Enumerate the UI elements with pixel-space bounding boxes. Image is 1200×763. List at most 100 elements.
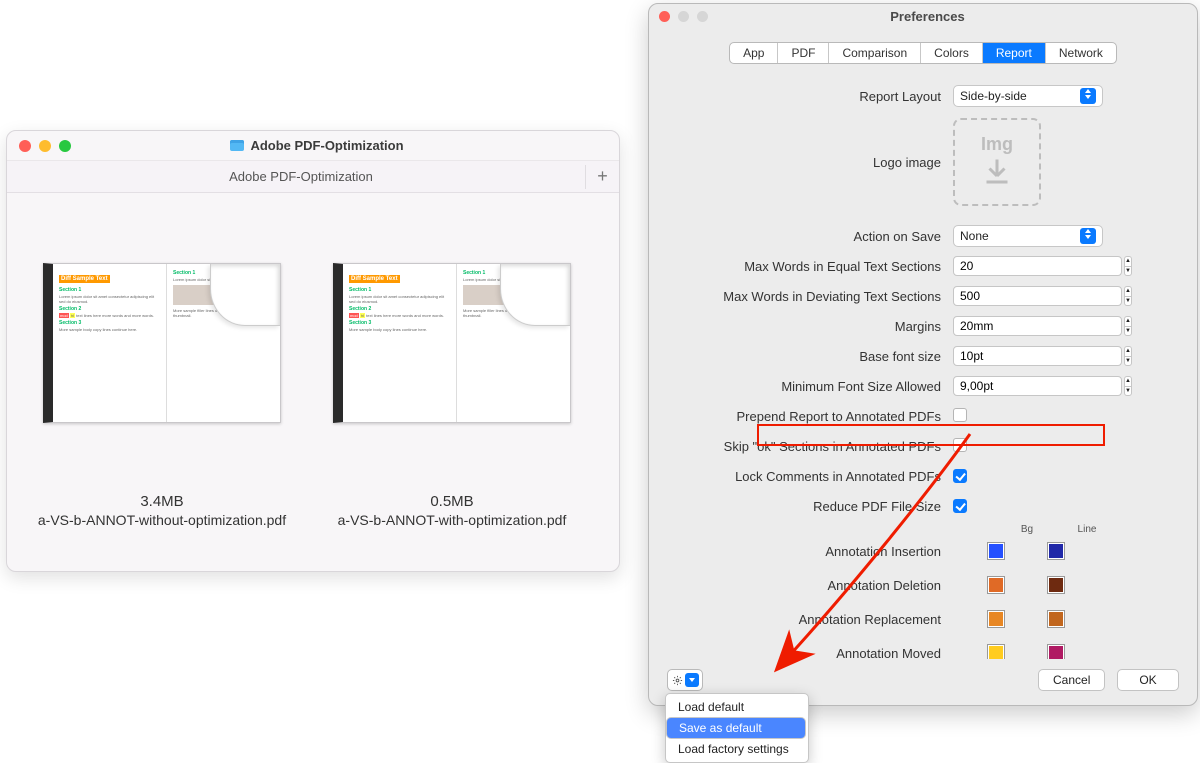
select-value: Side-by-side: [960, 89, 1027, 103]
finder-titlebar: Adobe PDF-Optimization: [7, 131, 619, 161]
report-layout-select[interactable]: Side-by-side: [953, 85, 1103, 107]
min-font-label: Minimum Font Size Allowed: [675, 379, 953, 394]
download-arrow-icon: [979, 155, 1015, 191]
margins-stepper[interactable]: ▲▼: [953, 316, 1093, 336]
margins-label: Margins: [675, 319, 953, 334]
file-item[interactable]: Diff Sample Text Section 1 Lorem ipsum d…: [37, 263, 287, 528]
file-item[interactable]: Diff Sample Text Section 1 Lorem ipsum d…: [327, 263, 577, 528]
thumb-section: Section 2: [349, 306, 450, 312]
window-traffic-lights: [659, 11, 708, 22]
file-grid: Diff Sample Text Section 1 Lorem ipsum d…: [7, 193, 619, 548]
margins-input[interactable]: [953, 316, 1122, 336]
finder-tab[interactable]: Adobe PDF-Optimization: [229, 169, 373, 184]
prepend-checkbox[interactable]: [953, 408, 967, 422]
action-on-save-label: Action on Save: [675, 229, 953, 244]
annotation-label: Annotation Moved: [675, 646, 953, 660]
max-equal-stepper[interactable]: ▲▼: [953, 256, 1093, 276]
line-swatch[interactable]: [1047, 644, 1065, 659]
pdf-thumbnail: Diff Sample Text Section 1 Lorem ipsum d…: [333, 263, 571, 423]
thumb-header: Diff Sample Text: [59, 275, 110, 283]
close-icon[interactable]: [19, 140, 31, 152]
cancel-button[interactable]: Cancel: [1038, 669, 1105, 691]
thumb-text: mod hl text lines here more words and mo…: [349, 313, 450, 318]
thumb-section: Section 1: [349, 287, 450, 293]
min-font-input[interactable]: [953, 376, 1122, 396]
tab-report[interactable]: Report: [983, 43, 1046, 63]
menu-item-load-factory-settings[interactable]: Load factory settings: [666, 739, 808, 759]
prefs-footer: Load defaultSave as defaultLoad factory …: [649, 659, 1197, 705]
base-font-stepper[interactable]: ▲▼: [953, 346, 1093, 366]
zoom-icon[interactable]: [59, 140, 71, 152]
new-tab-button[interactable]: +: [585, 165, 609, 189]
bg-swatch[interactable]: [987, 542, 1005, 560]
thumb-section: Section 2: [59, 306, 160, 312]
max-dev-label: Max Words in Deviating Text Sections: [675, 289, 953, 304]
skip-ok-label: Skip "ok" Sections in Annotated PDFs: [675, 439, 953, 454]
finder-window-title: Adobe PDF-Optimization: [71, 138, 563, 153]
logo-placeholder-text: Img: [981, 134, 1013, 155]
tab-pdf[interactable]: PDF: [778, 43, 829, 63]
tab-comparison[interactable]: Comparison: [829, 43, 921, 63]
chevron-updown-icon: [1080, 88, 1096, 104]
close-icon[interactable]: [659, 11, 670, 22]
stepper-buttons[interactable]: ▲▼: [1124, 286, 1132, 306]
line-swatch[interactable]: [1047, 610, 1065, 628]
file-size: 0.5MB: [430, 493, 473, 510]
prefs-form: Report Layout Side-by-side Logo image Im…: [649, 84, 1197, 659]
min-font-stepper[interactable]: ▲▼: [953, 376, 1093, 396]
stepper-buttons[interactable]: ▲▼: [1124, 256, 1132, 276]
max-equal-input[interactable]: [953, 256, 1122, 276]
chevron-updown-icon: [1080, 228, 1096, 244]
annotation-label: Annotation Replacement: [675, 612, 953, 627]
bg-swatch[interactable]: [987, 576, 1005, 594]
menu-item-load-default[interactable]: Load default: [666, 697, 808, 717]
prefs-tabs: AppPDFComparisonColorsReportNetwork: [649, 42, 1197, 64]
gear-menu: Load defaultSave as defaultLoad factory …: [667, 669, 703, 691]
logo-image-label: Logo image: [675, 155, 953, 170]
lock-comments-checkbox[interactable]: [953, 469, 967, 483]
max-equal-label: Max Words in Equal Text Sections: [675, 259, 953, 274]
stepper-buttons[interactable]: ▲▼: [1124, 376, 1132, 396]
gear-menu-button[interactable]: [667, 669, 703, 691]
thumb-section: Section 1: [59, 287, 160, 293]
folder-icon: [230, 140, 244, 151]
minimize-icon[interactable]: [39, 140, 51, 152]
prefs-title: Preferences: [708, 9, 1147, 24]
annotation-row: Annotation Deletion: [675, 573, 1171, 597]
max-dev-stepper[interactable]: ▲▼: [953, 286, 1093, 306]
file-size: 3.4MB: [140, 493, 183, 510]
logo-dropzone[interactable]: Img: [953, 118, 1041, 206]
thumb-text: mod hl text lines here more words and mo…: [59, 313, 160, 318]
lock-comments-label: Lock Comments in Annotated PDFs: [675, 469, 953, 484]
annotation-row: Annotation Insertion: [675, 539, 1171, 563]
annotation-row: Annotation Replacement: [675, 607, 1171, 631]
file-name: a-VS-b-ANNOT-without-optimization.pdf: [38, 512, 286, 528]
skip-ok-checkbox[interactable]: [953, 438, 967, 452]
stepper-buttons[interactable]: ▲▼: [1124, 316, 1132, 336]
finder-window: Adobe PDF-Optimization Adobe PDF-Optimiz…: [6, 130, 620, 572]
zoom-icon: [697, 11, 708, 22]
window-traffic-lights: [19, 140, 71, 152]
menu-item-save-as-default[interactable]: Save as default: [666, 717, 806, 739]
line-swatch[interactable]: [1047, 576, 1065, 594]
tab-colors[interactable]: Colors: [921, 43, 983, 63]
reduce-size-checkbox[interactable]: [953, 499, 967, 513]
annotation-row: Annotation Moved: [675, 641, 1171, 659]
max-dev-input[interactable]: [953, 286, 1122, 306]
prefs-titlebar: Preferences: [649, 4, 1197, 28]
action-on-save-select[interactable]: None: [953, 225, 1103, 247]
bg-swatch[interactable]: [987, 610, 1005, 628]
annotation-label: Annotation Deletion: [675, 578, 953, 593]
ok-button[interactable]: OK: [1117, 669, 1179, 691]
finder-title-text: Adobe PDF-Optimization: [250, 138, 403, 153]
line-swatch[interactable]: [1047, 542, 1065, 560]
pdf-thumbnail: Diff Sample Text Section 1 Lorem ipsum d…: [43, 263, 281, 423]
tab-app[interactable]: App: [730, 43, 778, 63]
line-header: Line: [1057, 524, 1117, 535]
prepend-label: Prepend Report to Annotated PDFs: [675, 409, 953, 424]
base-font-input[interactable]: [953, 346, 1122, 366]
tab-network[interactable]: Network: [1046, 43, 1116, 63]
gear-dropdown: Load defaultSave as defaultLoad factory …: [665, 693, 809, 763]
stepper-buttons[interactable]: ▲▼: [1124, 346, 1132, 366]
bg-swatch[interactable]: [987, 644, 1005, 659]
